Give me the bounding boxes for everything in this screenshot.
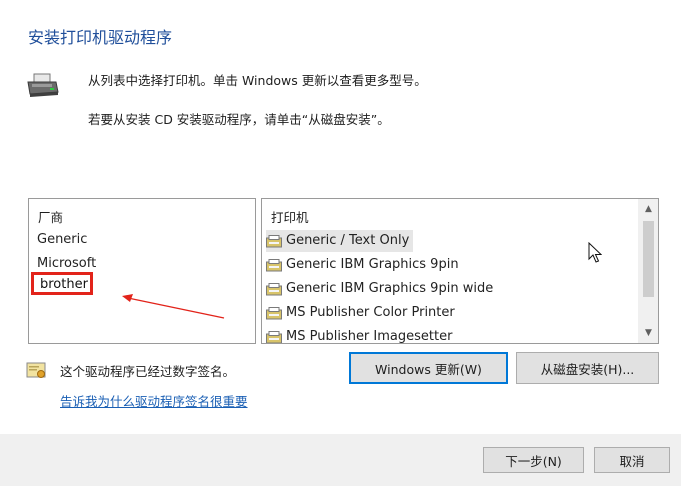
instruction-line-1: 从列表中选择打印机。单击 Windows 更新以查看更多型号。 [88,73,427,88]
list-item[interactable]: Generic [37,232,87,247]
red-arrow-icon [122,294,225,319]
driver-signing-link[interactable]: 告诉我为什么驱动程序签名很重要 [60,391,248,410]
manufacturer-list-header: 厂商 [38,210,64,225]
certificate-icon [26,362,46,378]
printer-icon [27,73,59,97]
printer-item-selected[interactable]: Generic / Text Only [266,230,414,252]
printer-icon [266,234,282,247]
printer-item-label: Generic IBM Graphics 9pin [286,257,459,272]
instruction-line-2: 若要从安装 CD 安装驱动程序，请单击“从磁盘安装”。 [88,112,390,127]
printer-icon [266,258,282,271]
list-item[interactable]: MS Publisher Imagesetter [266,326,453,344]
have-disk-button[interactable]: 从磁盘安装(H)... [516,352,659,384]
list-item[interactable]: Microsoft [37,256,96,271]
printer-list-scrollbar[interactable]: ▲ ▼ [638,199,658,343]
chevron-up-icon[interactable]: ▲ [639,200,658,218]
dialog-title: 安装打印机驱动程序 [28,28,173,47]
list-item[interactable]: MS Publisher Color Printer [266,302,455,324]
printer-item-label: MS Publisher Color Printer [286,305,455,320]
printer-icon [266,282,282,295]
list-item[interactable]: Generic IBM Graphics 9pin [266,254,459,276]
manufacturer-item-selected[interactable]: brother [31,272,93,295]
manufacturer-list[interactable]: 厂商 Generic Microsoft brother [28,198,256,344]
next-button[interactable]: 下一步(N) [483,447,584,473]
printer-item-label: Generic IBM Graphics 9pin wide [286,281,494,296]
printer-icon [266,306,282,319]
printer-list-header: 打印机 [271,210,309,225]
windows-update-button[interactable]: Windows 更新(W) [349,352,508,384]
printer-icon [266,330,282,343]
printer-list[interactable]: 打印机 Generic / Text Only Generic IBM Grap… [261,198,659,344]
printer-item-label: MS Publisher Imagesetter [286,329,453,344]
signature-status: 这个驱动程序已经过数字签名。 [60,364,236,379]
mouse-cursor-icon [588,242,602,263]
cancel-button[interactable]: 取消 [594,447,670,473]
chevron-down-icon[interactable]: ▼ [639,324,658,342]
scrollbar-thumb[interactable] [643,221,654,297]
printer-item-label: Generic / Text Only [286,233,410,248]
list-item[interactable]: Generic IBM Graphics 9pin wide [266,278,493,300]
